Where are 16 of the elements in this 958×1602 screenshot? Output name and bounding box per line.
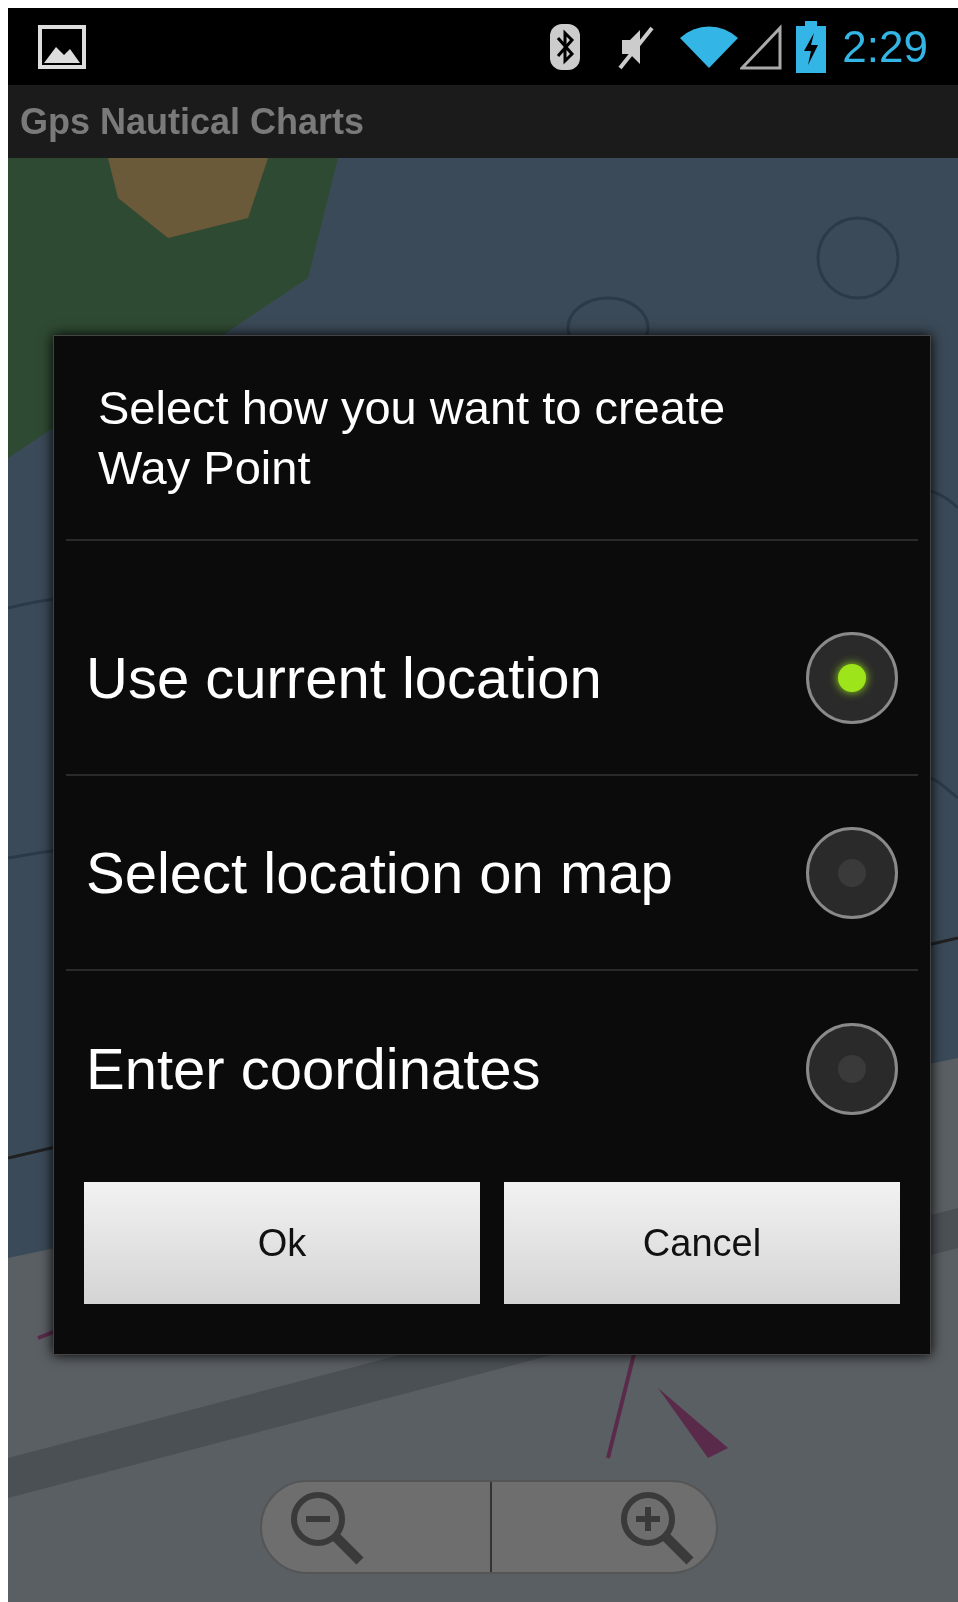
bluetooth-icon	[550, 23, 581, 70]
picture-icon	[38, 24, 86, 69]
dialog-button[interactable]: Cancel	[504, 1182, 900, 1304]
option-label: Select location on map	[86, 839, 674, 907]
option-row[interactable]: Use current location	[66, 581, 918, 776]
wifi-icon	[678, 23, 741, 70]
clock-time: 2:29	[842, 24, 928, 69]
battery-icon	[796, 20, 827, 73]
option-row[interactable]: Enter coordinates	[66, 971, 918, 1166]
option-row[interactable]: Select location on map	[66, 776, 918, 971]
dialog-title: Select how you want to create Way Point	[98, 379, 727, 496]
app-title: Gps Nautical Charts	[20, 99, 365, 144]
option-label: Enter coordinates	[86, 1035, 542, 1103]
dialog-button[interactable]: Ok	[84, 1182, 480, 1304]
signal-icon	[740, 23, 783, 70]
option-label: Use current location	[86, 644, 603, 712]
